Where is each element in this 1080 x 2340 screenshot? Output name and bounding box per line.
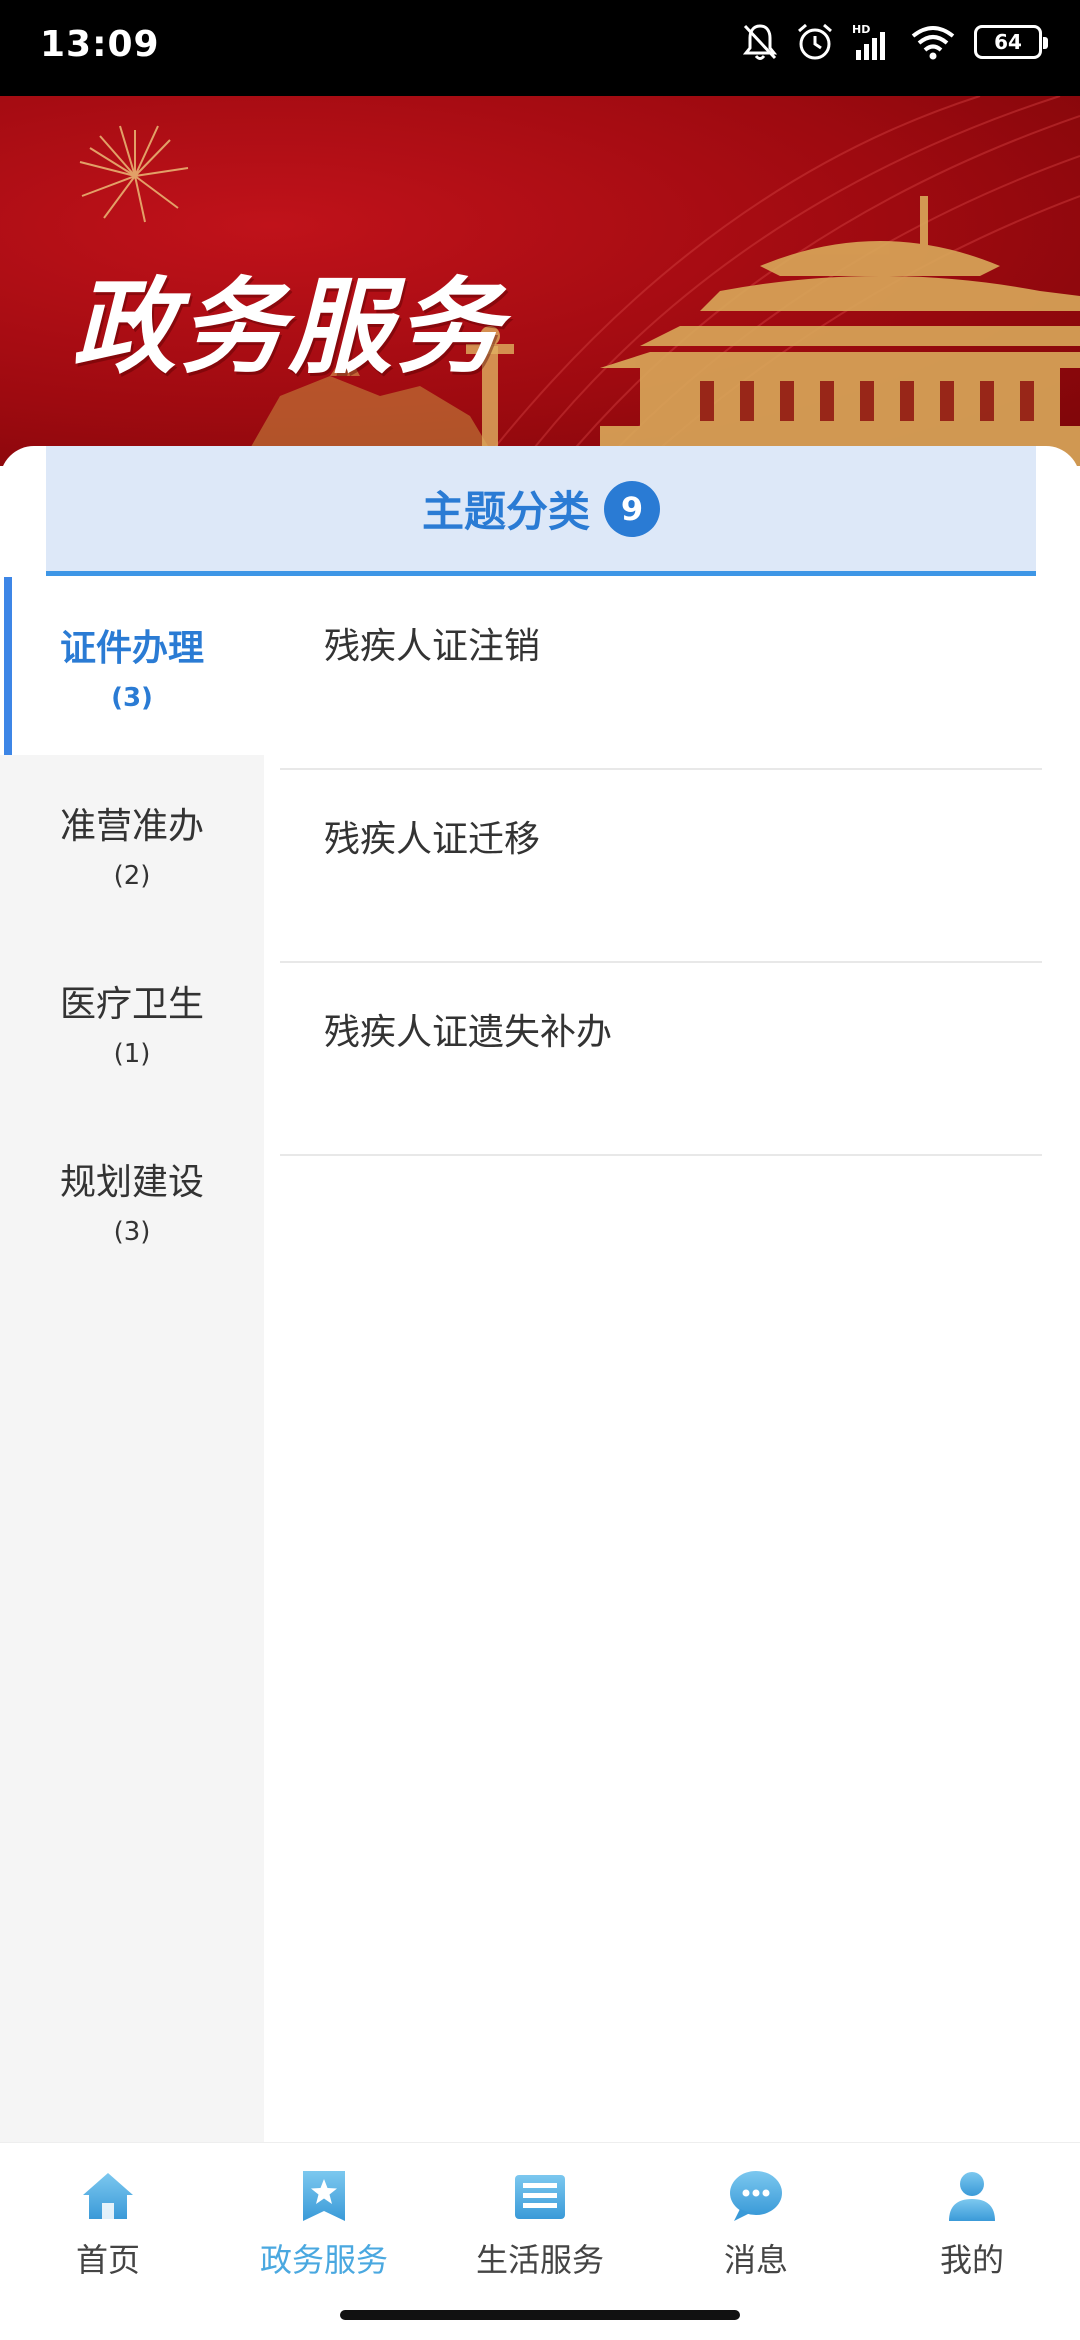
sidebar-item-count: (2) bbox=[113, 861, 151, 891]
nav-home[interactable]: 首页 bbox=[0, 2167, 216, 2281]
sidebar-item-count: (3) bbox=[111, 683, 153, 713]
category-sidebar: 证件办理 (3) 准营准办 (2) 医疗卫生 (1) 规划建设 (3) bbox=[0, 577, 264, 2142]
battery-icon: 64 bbox=[974, 25, 1048, 59]
star-bookmark-icon bbox=[295, 2167, 353, 2225]
topic-title: 主题分类 bbox=[421, 487, 590, 536]
wifi-icon bbox=[911, 26, 955, 60]
list-item-label: 残疾人证迁移 bbox=[324, 819, 541, 860]
banner: 政务服务 bbox=[0, 96, 1080, 466]
sidebar-item-business-permits[interactable]: 准营准办 (2) bbox=[0, 755, 264, 933]
nav-messages[interactable]: 消息 bbox=[648, 2167, 864, 2281]
list-item-label: 残疾人证遗失补办 bbox=[324, 1012, 613, 1053]
home-indicator[interactable] bbox=[340, 2310, 740, 2320]
nav-label: 首页 bbox=[75, 2241, 140, 2279]
list-item[interactable]: 残疾人证遗失补办 bbox=[280, 963, 1042, 1156]
service-list: 残疾人证注销 残疾人证迁移 残疾人证遗失补办 bbox=[280, 577, 1042, 1156]
sidebar-item-certificates[interactable]: 证件办理 (3) bbox=[0, 577, 264, 755]
nav-life-services[interactable]: 生活服务 bbox=[432, 2167, 648, 2281]
nav-label: 政务服务 bbox=[259, 2241, 388, 2279]
nav-label: 我的 bbox=[939, 2241, 1004, 2279]
main-card: 主题分类 9 证件办理 (3) 准营准办 (2) 医疗卫生 (1) 规划建设 (… bbox=[0, 446, 1080, 2142]
tiananmen-icon bbox=[600, 196, 1080, 466]
nav-label: 消息 bbox=[723, 2241, 788, 2279]
battery-level: 64 bbox=[994, 30, 1022, 54]
sidebar-item-healthcare[interactable]: 医疗卫生 (1) bbox=[0, 933, 264, 1111]
alarm-icon bbox=[798, 23, 832, 60]
topic-count-badge: 9 bbox=[604, 480, 660, 537]
sidebar-item-label: 准营准办 bbox=[59, 806, 204, 847]
banner-title: 政务服务 bbox=[72, 266, 505, 388]
mute-bell-icon bbox=[742, 24, 778, 60]
nav-profile[interactable]: 我的 bbox=[864, 2167, 1080, 2281]
firework-icon bbox=[79, 125, 189, 223]
list-item[interactable]: 残疾人证迁移 bbox=[280, 770, 1042, 963]
hd-signal-icon: HD bbox=[852, 23, 885, 60]
nav-label: 生活服务 bbox=[475, 2241, 604, 2279]
sidebar-item-planning[interactable]: 规划建设 (3) bbox=[0, 1111, 264, 1289]
chat-bubble-icon bbox=[727, 2167, 785, 2225]
sidebar-item-count: (3) bbox=[113, 1217, 151, 1247]
nav-gov-services[interactable]: 政务服务 bbox=[216, 2167, 432, 2281]
sidebar-item-label: 规划建设 bbox=[59, 1162, 204, 1203]
list-item-label: 残疾人证注销 bbox=[324, 626, 541, 667]
topic-header: 主题分类 9 bbox=[46, 446, 1036, 576]
svg-text:HD: HD bbox=[852, 23, 870, 36]
document-icon bbox=[511, 2167, 569, 2225]
sidebar-item-count: (1) bbox=[113, 1039, 151, 1069]
status-time: 13:09 bbox=[40, 24, 160, 65]
status-bar: 13:09 HD 64 bbox=[0, 0, 1080, 96]
sidebar-item-label: 证件办理 bbox=[59, 628, 204, 669]
person-icon bbox=[943, 2167, 1001, 2225]
sidebar-item-label: 医疗卫生 bbox=[59, 984, 204, 1025]
status-icons: HD 64 bbox=[742, 22, 1048, 62]
home-icon bbox=[79, 2167, 137, 2225]
list-item[interactable]: 残疾人证注销 bbox=[280, 577, 1042, 770]
